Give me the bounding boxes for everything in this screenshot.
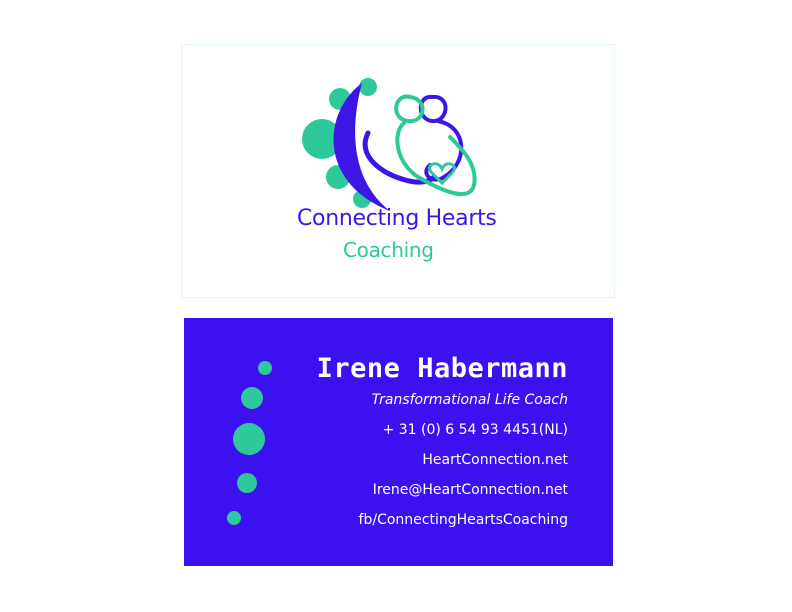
phone-number: + 31 (0) 6 54 93 4451(NL) [382, 422, 568, 438]
brand-name-line2: Coaching [343, 238, 434, 262]
decorative-dots-icon [227, 361, 272, 525]
website-link[interactable]: HeartConnection.net [317, 450, 568, 470]
business-card-back: Irene Habermann Transformational Life Co… [184, 318, 613, 566]
business-card-front: Connecting Hearts Coaching [181, 44, 615, 298]
brand-name-line1: Connecting Hearts [297, 206, 497, 231]
facebook-link[interactable]: fb/ConnectingHeartsCoaching [317, 510, 568, 530]
contact-info: Irene Habermann Transformational Life Co… [317, 352, 568, 530]
person-name: Irene Habermann [316, 353, 568, 384]
email-link[interactable]: Irene@HeartConnection.net [317, 480, 568, 500]
person-title: Transformational Life Coach [371, 392, 568, 408]
